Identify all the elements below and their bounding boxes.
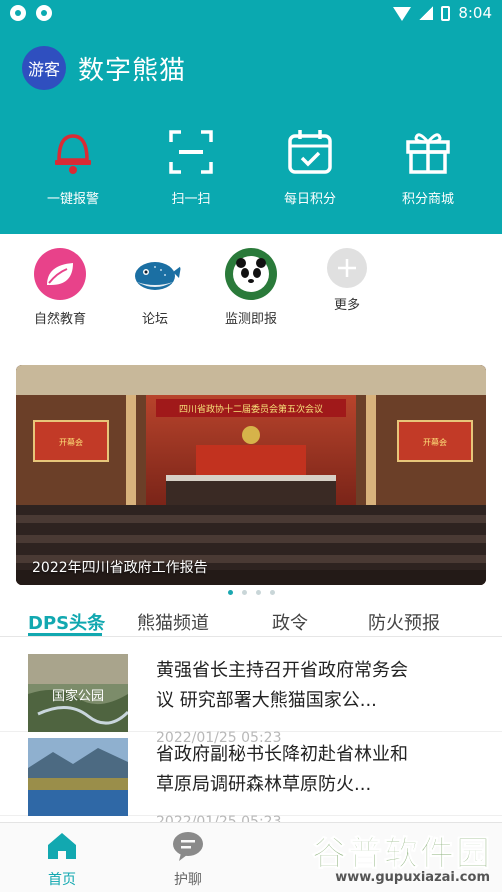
left-screen-text: 开幕会 [59,437,83,447]
calendar-check-icon [288,130,332,174]
thumbnail-text: 国家公园 [52,688,104,704]
watermark-title: 谷普软件园 [312,834,492,875]
avatar[interactable]: 游客 [22,46,66,90]
points-mall-label: 积分商城 [401,192,454,207]
plus-icon [327,248,367,288]
service-monitoring-report[interactable]: 监测即报 [206,248,296,327]
banner-image: 四川省政协十二届委员会第五次会议 开幕会 开幕会 [16,365,486,585]
service-label: 论坛 [141,312,168,327]
service-label: 自然教育 [33,312,86,327]
status-time: 8:04 [458,4,492,22]
right-screen-text: 开幕会 [423,437,447,447]
notification-icon [36,5,52,21]
nav-label: 护聊 [174,872,202,888]
service-label: 更多 [333,298,360,313]
carousel-dot[interactable] [269,590,275,595]
carousel-indicator [0,590,502,595]
points-mall-button[interactable]: 积分商城 [378,124,478,207]
pufferfish-icon [129,248,181,300]
stage-banner-text: 四川省政协十二届委员会第五次会议 [179,403,323,415]
watermark: 谷普软件园 www.gupuxiazai.com [268,822,502,892]
news-title: 黄强省长主持召开省政府常务会议 研究部署大熊猫国家公... [156,660,408,711]
chat-icon [173,832,203,861]
alarm-bell-icon [55,134,91,174]
header: 游客 数字熊猫 一键报警 扫一扫 每日积分 积分商城 [0,26,502,234]
carousel-dot[interactable] [255,590,261,595]
carousel-dot[interactable] [241,590,247,595]
nav-home[interactable]: 首页 [22,831,102,889]
status-bar: 8:04 [0,0,502,26]
app-screen: 8:04 游客 数字熊猫 一键报警 扫一扫 每日积分 积分商城 自然教育 论坛 … [0,0,502,892]
service-nature-education[interactable]: 自然教育 [15,248,105,327]
alarm-button[interactable]: 一键报警 [23,124,123,207]
tab-dps-headlines[interactable]: DPS头条 [28,609,105,635]
signal-icon [419,6,434,20]
tab-decrees[interactable]: 政令 [272,609,308,635]
daily-points-label: 每日积分 [283,192,336,207]
service-forum[interactable]: 论坛 [110,248,200,327]
panda-badge-icon [225,248,277,300]
gift-icon [406,133,450,174]
notification-icon [10,5,26,21]
nav-chat[interactable]: 护聊 [148,831,228,889]
app-title: 数字熊猫 [78,55,187,86]
alarm-label: 一键报警 [46,192,99,207]
scan-button[interactable]: 扫一扫 [141,124,241,207]
banner-caption: 2022年四川省政府工作报告 [32,560,208,576]
banner-carousel[interactable]: 四川省政协十二届委员会第五次会议 开幕会 开幕会 2022年四川省政府工作报告 [16,365,486,585]
battery-icon [441,5,451,21]
news-item[interactable]: 国家公园 黄强省长主持召开省政府常务会议 研究部署大熊猫国家公... 2022/… [0,646,502,746]
wifi-icon [393,7,412,21]
carousel-dot[interactable] [227,590,233,595]
news-thumbnail [28,738,128,816]
watermark-url: www.gupuxiazai.com [335,870,490,885]
service-label: 监测即报 [224,312,277,327]
daily-points-button[interactable]: 每日积分 [260,124,360,207]
tab-panda-channel[interactable]: 熊猫频道 [137,609,209,635]
news-item[interactable]: 省政府副秘书长降初赴省林业和草原局调研森林草原防火... 2022/01/25 … [0,730,502,830]
news-thumbnail: 国家公园 [28,654,128,732]
news-title: 省政府副秘书长降初赴省林业和草原局调研森林草原防火... [156,744,408,795]
nav-label: 首页 [48,872,76,888]
scan-label: 扫一扫 [171,192,211,207]
active-tab-indicator [28,633,102,636]
scan-icon [169,130,213,174]
tab-fire-forecast[interactable]: 防火预报 [368,609,440,635]
service-more[interactable]: 更多 [302,248,392,313]
news-tabs: DPS头条 熊猫频道 政令 防火预报 [0,605,502,637]
home-icon [48,833,76,859]
leaf-book-icon [34,248,86,300]
